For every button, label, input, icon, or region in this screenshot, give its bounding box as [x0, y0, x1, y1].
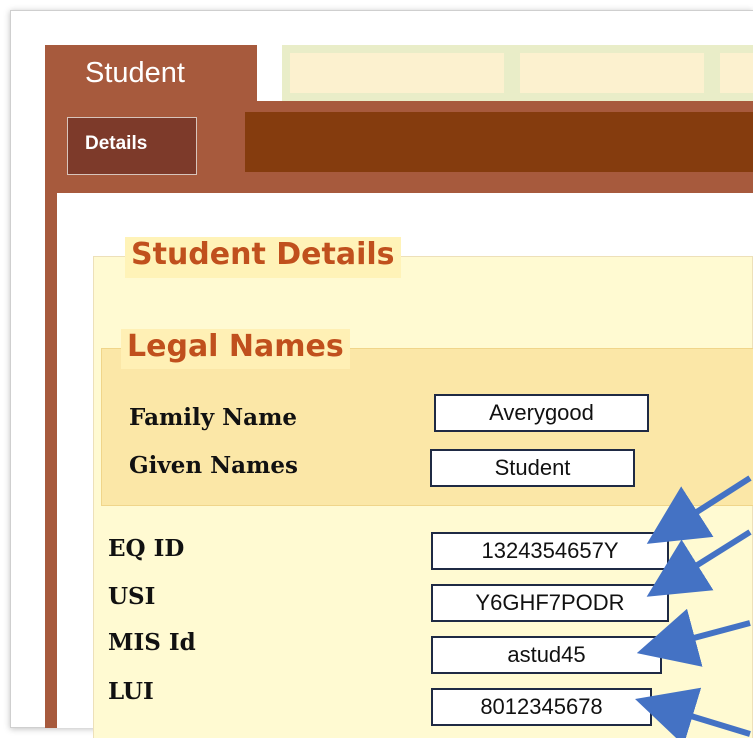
- mis-id-label: MIS Id: [108, 629, 196, 656]
- given-names-field[interactable]: Student: [430, 449, 635, 487]
- legal-names-legend: Legal Names: [121, 329, 350, 369]
- family-name-field[interactable]: Averygood: [434, 394, 649, 432]
- eq-id-label: EQ ID: [108, 535, 185, 562]
- mis-id-field[interactable]: astud45: [431, 636, 662, 674]
- family-name-label: Family Name: [129, 404, 298, 431]
- subtab-bar-empty: [245, 112, 753, 172]
- lui-field[interactable]: 8012345678: [431, 688, 652, 726]
- tab-student[interactable]: Student: [45, 45, 257, 101]
- lui-label: LUI: [108, 678, 154, 705]
- given-names-label: Given Names: [129, 452, 298, 479]
- content-panel: Student Details Legal Names Family Name …: [45, 193, 753, 738]
- tab-empty-1[interactable]: [282, 45, 512, 101]
- usi-field[interactable]: Y6GHF7PODR: [431, 584, 669, 622]
- secondary-tab-bar: Details: [45, 101, 753, 193]
- eq-id-field[interactable]: 1324354657Y: [431, 532, 669, 570]
- tab-empty-2[interactable]: [512, 45, 712, 101]
- student-details-legend: Student Details: [125, 237, 401, 278]
- usi-label: USI: [108, 583, 156, 610]
- primary-tab-bar: Student: [45, 45, 753, 101]
- subtab-details[interactable]: Details: [67, 117, 197, 175]
- tab-empty-3[interactable]: [712, 45, 753, 101]
- screenshot: Student Details Student Details Legal Na…: [0, 0, 753, 738]
